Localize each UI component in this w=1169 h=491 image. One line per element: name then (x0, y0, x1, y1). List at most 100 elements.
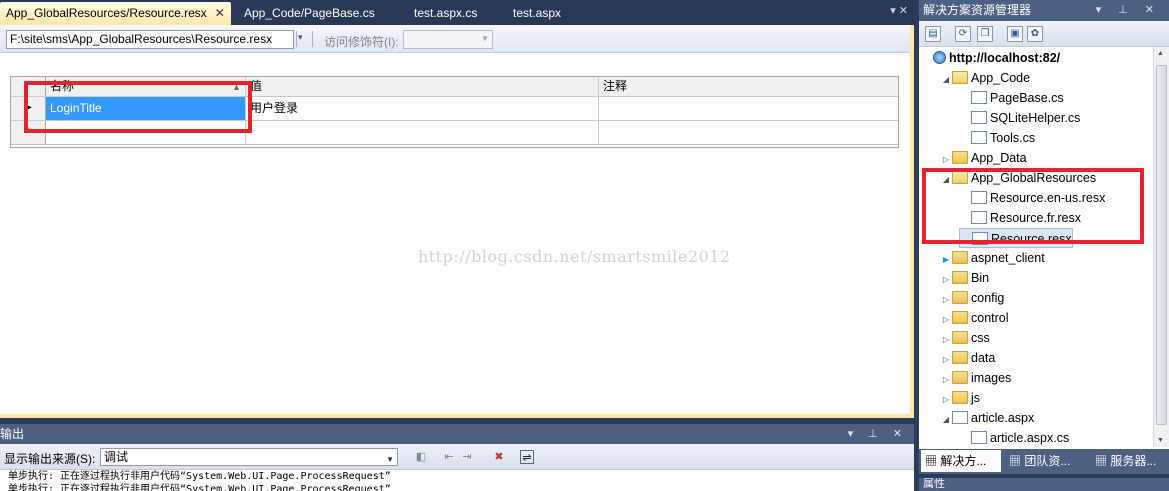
tree-item[interactable]: ▷ Bin (940, 268, 989, 288)
tree-item[interactable]: ▷ App_Data (940, 148, 1027, 168)
output-source-select[interactable]: 调试 ▼ (100, 448, 398, 466)
tree-item[interactable]: ▷ images (940, 368, 1011, 388)
tree-item[interactable]: article.aspx.cs (959, 428, 1069, 447)
pane-buttons-icon[interactable]: ▾ ⊥ ✕ (1096, 0, 1161, 21)
tab-pagebase-cs[interactable]: App_Code/PageBase.cs (238, 2, 381, 25)
cell-value[interactable]: 用户登录 (246, 97, 599, 120)
table-row[interactable]: ▶ LoginTitle 用户登录 (11, 97, 898, 121)
folder-open-icon (952, 171, 968, 184)
access-modifier-select[interactable]: ▼ (403, 30, 493, 49)
cell-value[interactable] (246, 121, 599, 144)
expander-icon[interactable]: ▷ (940, 330, 952, 350)
expander-icon[interactable]: ▷ (940, 390, 952, 410)
cell-comment[interactable] (599, 121, 898, 144)
next-message-icon[interactable]: ⇥ (460, 450, 474, 464)
expander-icon[interactable]: ▷ (940, 370, 952, 390)
resource-path-field[interactable]: F:\site\sms\App_GlobalResources\Resource… (6, 30, 294, 49)
expander-icon[interactable]: ▷ (940, 150, 952, 170)
expander-icon[interactable]: ▷ (940, 270, 952, 290)
tree-item[interactable]: ▷ css (940, 328, 990, 348)
find-message-icon[interactable]: ◧ (414, 450, 428, 464)
folder-icon (952, 371, 968, 384)
output-title: 输出 (0, 427, 25, 441)
expander-icon[interactable]: ▷ (940, 310, 952, 330)
tab-overflow-dropdown-icon[interactable]: ▾ ✕ (890, 4, 908, 17)
tree-item[interactable]: Resource.en-us.resx (959, 188, 1105, 208)
tab-server-explorer[interactable]: ▦ 服务器... (1091, 450, 1169, 472)
previous-message-icon[interactable]: ⇤ (442, 450, 456, 464)
tree-item[interactable]: http://localhost:82/ (921, 48, 1060, 68)
tree-item[interactable]: Resource.resx (959, 228, 1073, 248)
tree-item-label: Resource.resx (991, 232, 1072, 246)
refresh-icon[interactable]: ⟳ (955, 26, 971, 42)
editor-area: App_GlobalResources/Resource.resx ✕ App_C… (0, 0, 914, 418)
solution-explorer-title-bar: 解决方案资源管理器 ▾ ⊥ ✕ (919, 0, 1169, 21)
web-icon (933, 51, 946, 64)
cell-name[interactable] (46, 121, 246, 144)
tab-label: 解决方... (940, 454, 987, 468)
chevron-down-icon: ▼ (386, 455, 394, 464)
class-diagram-icon[interactable]: ✿ (1027, 26, 1043, 42)
tree-item[interactable]: ◢ App_GlobalResources (940, 168, 1096, 188)
tree-item-label: aspnet_client (971, 251, 1045, 265)
solution-explorer-bottom-tabs: ▦ 解决方... ▦ 团队资... ▦ 服务器... (919, 449, 1169, 474)
folder-icon (952, 151, 968, 164)
vertical-scrollbar[interactable]: ▲ ▼ (1153, 47, 1169, 447)
tree-item[interactable]: ▷ js (940, 388, 980, 408)
output-line: 单步执行: 正在逐过程执行非用户代码“System.Web.UI.Page.Pr… (8, 471, 391, 482)
scroll-up-icon[interactable]: ▲ (1157, 50, 1164, 57)
tree-item[interactable]: SQLiteHelper.cs (959, 108, 1080, 128)
tree-item-label: config (971, 291, 1005, 305)
cell-comment[interactable] (599, 97, 898, 120)
clear-all-icon[interactable]: ✖ (492, 450, 506, 464)
chevron-down-icon[interactable]: ▾ (298, 32, 303, 43)
document-tab-bar: App_GlobalResources/Resource.resx ✕ App_C… (0, 0, 914, 25)
tree-item-label: images (971, 371, 1012, 385)
grid-header-row: 名称 ▲ 值 注释 (11, 77, 898, 97)
word-wrap-icon[interactable]: ⇌ (520, 450, 534, 464)
expander-icon[interactable]: ◢ (940, 410, 952, 430)
column-header-comment[interactable]: 注释 (599, 77, 898, 96)
tree-item[interactable]: Tools.cs (959, 128, 1035, 148)
properties-icon[interactable]: ▤ (925, 26, 941, 42)
output-line: 单步执行: 正在逐过程执行非用户代码“System.Web.UI.Page.Pr… (8, 484, 391, 491)
pane-buttons-icon[interactable]: ▾ ⊥ ✕ (848, 424, 908, 444)
table-row-new[interactable]: * (11, 121, 898, 145)
show-all-files-icon[interactable]: ❐ (977, 26, 993, 42)
solution-tree: http://localhost:82/ ◢ App_Code PageBase.cs… (919, 47, 1153, 447)
output-source-value: 调试 (104, 450, 129, 464)
tree-item-label: PageBase.cs (990, 91, 1064, 105)
scrollbar-thumb[interactable] (1156, 65, 1167, 425)
close-icon[interactable]: ✕ (215, 2, 225, 24)
tree-item[interactable]: ◢ article.aspx (940, 408, 1034, 428)
expander-icon[interactable]: ▶ (940, 250, 952, 270)
tree-item[interactable]: ▶ aspnet_client (940, 248, 1045, 268)
folder-icon (952, 311, 968, 324)
column-header-name[interactable]: 名称 ▲ (46, 77, 246, 96)
expander-icon[interactable]: ◢ (940, 170, 952, 190)
view-designer-icon[interactable]: ▣ (1007, 26, 1023, 42)
tab-team-explorer[interactable]: ▦ 团队资... (1005, 450, 1089, 472)
tree-item[interactable]: ▷ config (940, 288, 1004, 308)
tree-item[interactable]: ▷ control (940, 308, 1009, 328)
folder-open-icon (952, 71, 968, 84)
tab-test-aspx[interactable]: test.aspx (507, 2, 567, 25)
expander-icon[interactable]: ▷ (940, 350, 952, 370)
expander-icon[interactable]: ▷ (940, 290, 952, 310)
tree-item[interactable]: ◢ App_Code (940, 68, 1030, 88)
tab-solution-explorer[interactable]: ▦ 解决方... (921, 450, 1001, 472)
column-header-value[interactable]: 值 (246, 77, 599, 96)
cell-name[interactable]: LoginTitle (46, 97, 246, 120)
scroll-down-icon[interactable]: ▼ (1157, 437, 1164, 444)
expander-icon[interactable]: ◢ (940, 70, 952, 90)
tree-item-label: article.aspx (971, 411, 1035, 425)
server-icon: ▦ (1095, 454, 1111, 468)
tree-item[interactable]: Resource.fr.resx (959, 208, 1081, 228)
tree-item-label: Bin (971, 271, 990, 285)
tab-resource-resx[interactable]: App_GlobalResources/Resource.resx ✕ (0, 2, 231, 25)
tree-item[interactable]: PageBase.cs (959, 88, 1064, 108)
tree-item[interactable]: ▷ data (940, 348, 995, 368)
resx-file-icon (971, 191, 987, 204)
tab-test-aspx-cs[interactable]: test.aspx.cs (408, 2, 483, 25)
resource-editor: F:\site\sms\App_GlobalResources\Resource… (0, 25, 910, 414)
